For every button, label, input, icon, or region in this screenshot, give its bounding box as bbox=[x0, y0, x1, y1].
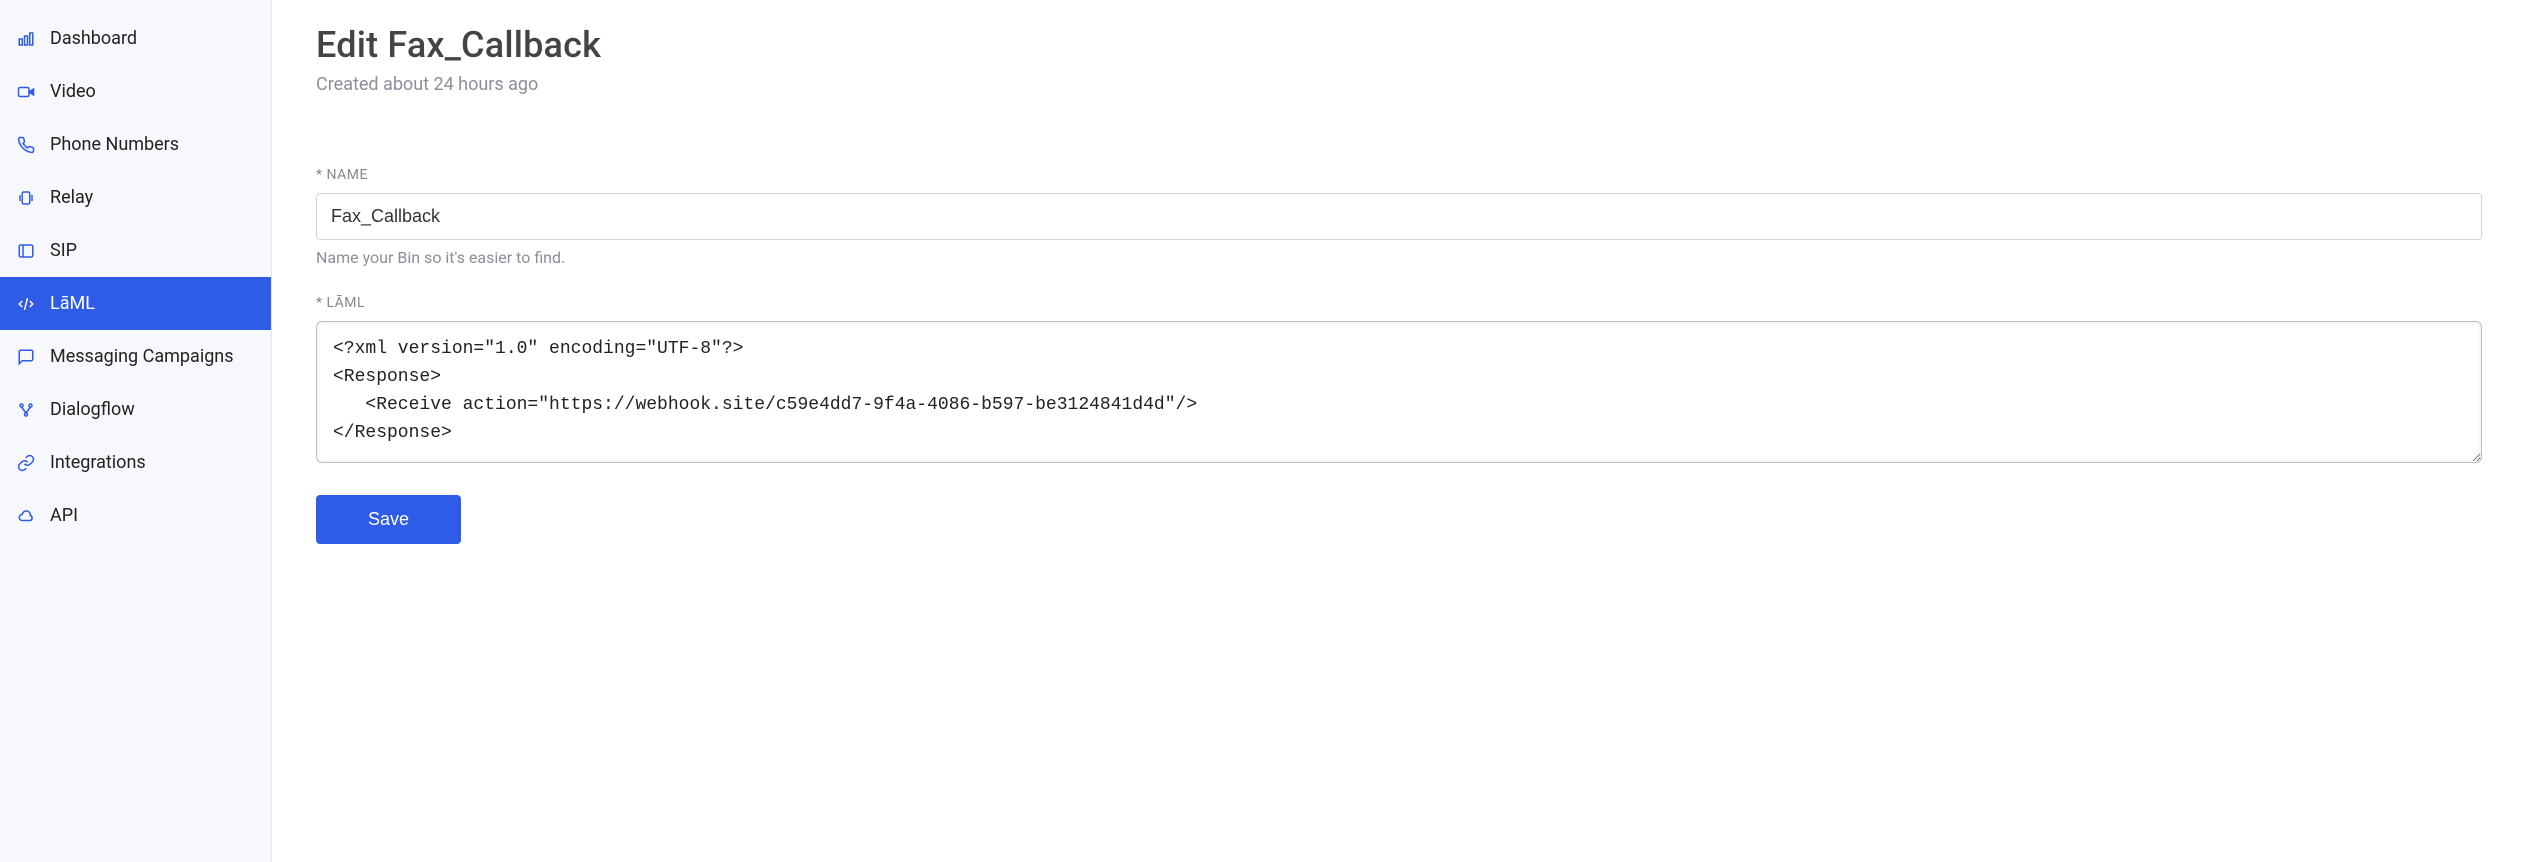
main-content: Edit Fax_Callback Created about 24 hours… bbox=[272, 0, 2526, 862]
sip-icon bbox=[16, 241, 36, 261]
page-title: Edit Fax_Callback bbox=[316, 24, 2482, 66]
message-icon bbox=[16, 347, 36, 367]
sidebar-item-video[interactable]: Video bbox=[0, 65, 271, 118]
sidebar-item-label: Dialogflow bbox=[50, 399, 135, 420]
sidebar-item-label: Phone Numbers bbox=[50, 134, 179, 155]
phone-icon bbox=[16, 135, 36, 155]
page-subtitle: Created about 24 hours ago bbox=[316, 74, 2482, 95]
sidebar-item-label: Video bbox=[50, 81, 96, 102]
sidebar-item-label: Integrations bbox=[50, 452, 146, 473]
sidebar-item-label: Dashboard bbox=[50, 28, 137, 49]
sidebar-item-label: SIP bbox=[50, 240, 77, 261]
sidebar-item-phone-numbers[interactable]: Phone Numbers bbox=[0, 118, 271, 171]
sidebar-item-laml[interactable]: LāML bbox=[0, 277, 271, 330]
sidebar-item-dialogflow[interactable]: Dialogflow bbox=[0, 383, 271, 436]
sidebar-item-dashboard[interactable]: Dashboard bbox=[0, 12, 271, 65]
link-icon bbox=[16, 453, 36, 473]
name-input[interactable] bbox=[316, 193, 2482, 240]
sidebar-item-sip[interactable]: SIP bbox=[0, 224, 271, 277]
cloud-icon bbox=[16, 506, 36, 526]
sidebar-item-label: Relay bbox=[50, 187, 93, 208]
save-button[interactable]: Save bbox=[316, 495, 461, 544]
sidebar-item-label: Messaging Campaigns bbox=[50, 346, 234, 367]
laml-label: * LĀML bbox=[316, 295, 2482, 311]
name-label: * NAME bbox=[316, 167, 2482, 183]
form: * NAME Name your Bin so it's easier to f… bbox=[316, 167, 2482, 544]
name-help-text: Name your Bin so it's easier to find. bbox=[316, 248, 2482, 267]
video-icon bbox=[16, 82, 36, 102]
sidebar-item-relay[interactable]: Relay bbox=[0, 171, 271, 224]
sidebar-item-integrations[interactable]: Integrations bbox=[0, 436, 271, 489]
flow-icon bbox=[16, 400, 36, 420]
sidebar-item-messaging-campaigns[interactable]: Messaging Campaigns bbox=[0, 330, 271, 383]
dashboard-icon bbox=[16, 29, 36, 49]
sidebar-item-label: LāML bbox=[50, 293, 95, 314]
code-icon bbox=[16, 294, 36, 314]
relay-icon bbox=[16, 188, 36, 208]
sidebar-item-label: API bbox=[50, 505, 78, 526]
sidebar: Dashboard Video Phone Numbers Relay SIP bbox=[0, 0, 272, 862]
laml-input[interactable] bbox=[316, 321, 2482, 463]
sidebar-item-api[interactable]: API bbox=[0, 489, 271, 542]
